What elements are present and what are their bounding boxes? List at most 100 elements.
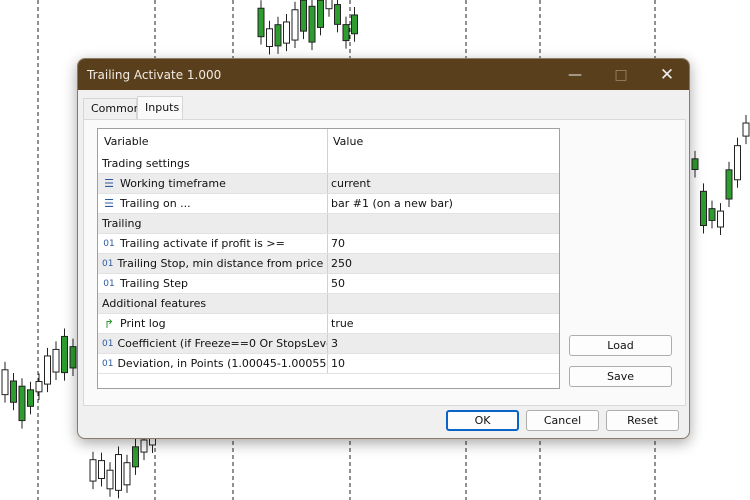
candle <box>317 0 324 28</box>
table-row[interactable]: ☰ Working timeframe current <box>98 174 559 194</box>
variable-label: Working timeframe <box>120 177 226 190</box>
integer-icon: 01 <box>102 358 114 369</box>
candle <box>325 0 333 10</box>
candle <box>89 459 97 482</box>
candle <box>140 439 148 453</box>
table-header: Variable Value <box>98 129 559 154</box>
variable-cell: 01 Trailing Step <box>98 274 328 293</box>
table-row[interactable]: 01 Coefficient (if Freeze==0 Or StopsLeve… <box>98 334 559 354</box>
inputs-table: Variable Value Trading settings ☰ Working … <box>97 128 560 389</box>
ok-button[interactable]: OK <box>446 410 519 431</box>
variable-label: Additional features <box>102 297 207 310</box>
variable-cell: Trading settings <box>98 154 328 173</box>
variable-cell: Trailing <box>98 214 328 233</box>
integer-icon: 01 <box>103 278 115 289</box>
candle <box>334 4 341 25</box>
candle <box>342 24 350 42</box>
value-cell[interactable]: true <box>328 314 559 333</box>
value-cell[interactable]: 3 <box>328 334 559 353</box>
table-row[interactable]: ☰ Trailing on ... bar #1 (on a new bar) <box>98 194 559 214</box>
variable-label: Deviation, in Points (1.00045-1.00055=..… <box>117 357 328 370</box>
maximize-icon: □ <box>614 66 628 83</box>
reset-button[interactable]: Reset <box>606 410 679 431</box>
maximize-button[interactable]: □ <box>598 59 644 90</box>
cancel-button[interactable]: Cancel <box>526 410 599 431</box>
candle <box>717 210 724 228</box>
candle <box>291 9 299 41</box>
integer-icon: 01 <box>102 258 114 269</box>
enum-icon: ☰ <box>104 177 114 190</box>
tab-common[interactable]: Common <box>83 98 141 119</box>
value-cell[interactable]: 70 <box>328 234 559 253</box>
tab-inputs[interactable]: Inputs <box>137 96 183 120</box>
group-row[interactable]: Trading settings <box>98 154 559 174</box>
value-cell[interactable]: 10 <box>328 354 559 373</box>
candle <box>283 21 290 44</box>
value-cell[interactable]: bar #1 (on a new bar) <box>328 194 559 213</box>
boolean-icon: ↱ <box>103 316 115 331</box>
header-variable: Variable <box>98 129 328 154</box>
save-button[interactable]: Save <box>569 366 672 387</box>
variable-cell: 01 Coefficient (if Freeze==0 Or StopsLeve… <box>98 334 328 353</box>
candle <box>18 385 26 422</box>
variable-cell: ☰ Working timeframe <box>98 174 328 193</box>
variable-cell: ↱ Print log <box>98 314 328 333</box>
candle <box>27 389 34 407</box>
candle <box>708 208 716 221</box>
candle <box>266 28 273 48</box>
candle <box>98 460 105 480</box>
candle <box>123 462 131 486</box>
variable-label: Trailing activate if profit is >= <box>120 237 285 250</box>
candle <box>274 24 282 47</box>
minimize-icon: — <box>568 66 582 83</box>
candle <box>61 335 68 374</box>
value-cell <box>328 294 559 313</box>
candle <box>308 5 316 43</box>
value-cell[interactable]: current <box>328 174 559 193</box>
table-row[interactable]: 01 Trailing Step 50 <box>98 274 559 294</box>
candle <box>300 0 307 32</box>
group-row[interactable]: Trailing <box>98 214 559 234</box>
variable-cell: ☰ Trailing on ... <box>98 194 328 213</box>
candle <box>351 14 358 35</box>
close-icon: ✕ <box>659 64 675 85</box>
variable-label: Trading settings <box>102 157 190 170</box>
variable-cell: 01 Trailing Stop, min distance from price… <box>98 254 328 273</box>
table-row[interactable]: ↱ Print log true <box>98 314 559 334</box>
window-title: Trailing Activate 1.000 <box>87 67 222 82</box>
minimize-button[interactable]: — <box>552 59 598 90</box>
candle <box>106 469 114 490</box>
value-cell[interactable]: 250 <box>328 254 559 273</box>
value-cell[interactable]: 50 <box>328 274 559 293</box>
candle <box>132 446 139 468</box>
table-row[interactable]: 01 Trailing Stop, min distance from price… <box>98 254 559 274</box>
candle <box>734 145 741 181</box>
integer-icon: 01 <box>103 238 115 249</box>
candle <box>1 369 9 396</box>
integer-icon: 01 <box>102 338 114 349</box>
variable-label: Trailing on ... <box>120 197 191 210</box>
candle <box>742 122 750 137</box>
group-row[interactable]: Additional features <box>98 294 559 314</box>
table-row[interactable]: 01 Deviation, in Points (1.00045-1.00055=… <box>98 354 559 374</box>
candle <box>69 346 77 369</box>
enum-icon: ☰ <box>104 197 114 210</box>
dialog-window: Trailing Activate 1.000 — □ ✕ Common Inp… <box>77 58 690 439</box>
load-button[interactable]: Load <box>569 335 672 356</box>
close-button[interactable]: ✕ <box>644 59 689 90</box>
variable-cell: Additional features <box>98 294 328 313</box>
candle <box>10 380 17 403</box>
candle <box>115 454 122 491</box>
variable-label: Coefficient (if Freeze==0 Or StopsLevel.… <box>117 337 328 350</box>
candle <box>44 355 51 385</box>
header-value: Value <box>333 135 364 148</box>
variable-cell: 01 Trailing activate if profit is >= <box>98 234 328 253</box>
inputs-panel: Variable Value Trading settings ☰ Working … <box>83 119 686 406</box>
candle <box>691 158 699 171</box>
candle <box>725 169 733 200</box>
candle <box>257 7 265 38</box>
candle <box>35 381 43 393</box>
value-cell <box>328 154 559 173</box>
table-row[interactable]: 01 Trailing activate if profit is >= 70 <box>98 234 559 254</box>
candle <box>700 190 707 227</box>
